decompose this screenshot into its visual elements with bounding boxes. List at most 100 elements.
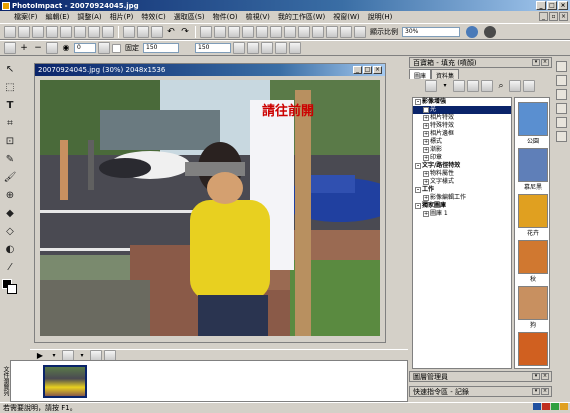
menu-window[interactable]: 視窗(W) [329,12,363,22]
save-web-icon[interactable] [60,25,72,38]
collapse-icon[interactable]: - [415,163,421,169]
tree-item[interactable]: + 標式 [413,138,511,146]
tree-item[interactable]: + 相片邊框 [413,130,511,138]
expand-icon[interactable]: + [423,211,429,217]
menu-workspace[interactable]: 我的工作區(W) [274,12,329,22]
menu-photo[interactable]: 相片(P) [106,12,138,22]
menu-help[interactable]: 說明(H) [364,12,397,22]
tree-item[interactable]: - 獨家圖庫 [413,202,511,210]
doc-restore-button[interactable]: ▫ [549,12,558,21]
side-tab-6[interactable] [556,131,567,142]
open-icon[interactable] [18,25,30,38]
gallery-thumbnail[interactable]: 公園 [518,102,548,145]
expand-icon[interactable]: + [423,139,429,145]
image-close-button[interactable]: × [373,66,382,74]
help-icon[interactable] [484,25,496,38]
side-tab-3[interactable] [556,89,567,100]
tree-item[interactable]: + 特殊特效 [413,122,511,130]
export-icon[interactable] [509,80,521,92]
fit-icon[interactable] [326,25,338,38]
doc-minimize-button[interactable]: _ [539,12,548,21]
tree-item[interactable]: - 影像增強 [413,98,511,106]
brush-tool-icon[interactable]: 🖌 [3,171,17,185]
image-minimize-button[interactable]: _ [353,66,362,74]
gallery-thumbnail[interactable]: 慕尼黑 [518,148,548,191]
browse-icon[interactable] [32,25,44,38]
color-icon[interactable] [270,25,282,38]
search-icon[interactable]: ⌕ [495,80,507,92]
mode-4-icon[interactable] [275,42,287,54]
gallery-thumbnail[interactable]: 花卉 [518,194,548,237]
tree-item[interactable]: - 文字/路徑特效 [413,162,511,170]
panel-titlebar[interactable]: 百寶箱 - 填充 (噴顏) ▾ × [409,57,552,68]
save-icon[interactable] [46,25,58,38]
cut-icon[interactable] [123,25,135,38]
gallery-thumbnail[interactable] [518,332,548,366]
add-gallery-icon[interactable] [467,80,479,92]
tree-item[interactable]: - 工作 [413,186,511,194]
print-icon[interactable] [74,25,86,38]
side-tab-4[interactable] [556,103,567,114]
scan-icon[interactable] [88,25,100,38]
collapse-icon[interactable]: - [415,187,421,193]
expand-icon[interactable]: + [423,171,429,177]
zoom-select[interactable]: 30% [402,26,460,37]
fixed-checkbox[interactable] [112,43,121,53]
eyedropper-tool-icon[interactable]: ✎ [3,153,17,167]
side-tab-5[interactable] [556,117,567,128]
side-tab-2[interactable] [556,75,567,86]
tree-item[interactable]: + 物料屬性 [413,170,511,178]
width-input[interactable]: 150 [143,43,179,53]
copy-icon[interactable] [137,25,149,38]
maximize-button[interactable]: □ [547,1,557,10]
mode-3-icon[interactable] [261,42,273,54]
height-input[interactable]: 150 [195,43,231,53]
collapse-icon[interactable]: - [415,203,421,209]
quick-command-menu-button[interactable]: ▾ [532,388,540,395]
image-maximize-button[interactable]: □ [363,66,372,74]
gallery-thumbnail[interactable]: 狗 [518,286,548,329]
layout-icon[interactable] [453,80,465,92]
actual-size-icon[interactable] [340,25,352,38]
tree-item[interactable]: + 影像編輯工作 [413,194,511,202]
image-window-titlebar[interactable]: 20070924045.jpg (30%) 2048x1536 _ □ × [35,64,385,76]
soft-edge-icon[interactable]: ◉ [60,42,72,54]
tab-dataset[interactable]: 資料集 [431,69,460,80]
subtract-icon[interactable]: − [32,42,44,54]
menu-object[interactable]: 物件(O) [209,12,242,22]
expand-icon[interactable]: + [423,195,429,201]
mode-5-icon[interactable] [289,42,301,54]
expand-icon[interactable]: + [423,179,429,185]
picker-tool-icon[interactable]: ⁄ [3,261,17,275]
focus-icon[interactable] [312,25,324,38]
menu-edit[interactable]: 編輯(E) [42,12,74,22]
menu-file[interactable]: 檔案(F) [10,12,42,22]
color-swatch[interactable] [2,279,18,295]
menu-view[interactable]: 檢視(V) [242,12,274,22]
undo-icon[interactable]: ↶ [165,26,177,38]
expand-icon[interactable]: + [423,131,429,137]
minimize-button[interactable]: _ [536,1,546,10]
tree-item[interactable]: + 圖庫 1 [413,210,511,218]
shape-icon[interactable] [46,42,58,54]
quick-command-panel[interactable]: 快速指令區 - 記錄 ▾ × [409,386,552,397]
paste-icon[interactable] [151,25,163,38]
flip-icon[interactable] [242,25,254,38]
mode-2-icon[interactable] [247,42,259,54]
email-icon[interactable] [102,25,114,38]
layer-manager-panel[interactable]: 圖層管理員 ▾ × [409,371,552,382]
add-icon[interactable]: + [18,42,30,54]
histogram-icon[interactable] [284,25,296,38]
text-tool-icon[interactable]: T [3,99,17,113]
tab-gallery[interactable]: 圖庫 [409,69,432,80]
side-tab-1[interactable] [556,61,567,72]
tree-item[interactable]: + 相片特效 [413,114,511,122]
gallery-thumbnail[interactable]: 秋 [518,240,548,283]
link-icon[interactable] [181,42,193,54]
globe-icon[interactable] [466,25,478,38]
delete-gallery-icon[interactable] [481,80,493,92]
transform-tool-icon[interactable]: ⊡ [3,135,17,149]
menu-selection[interactable]: 選取區(S) [170,12,209,22]
tone-icon[interactable] [298,25,310,38]
square-icon[interactable] [98,42,110,54]
